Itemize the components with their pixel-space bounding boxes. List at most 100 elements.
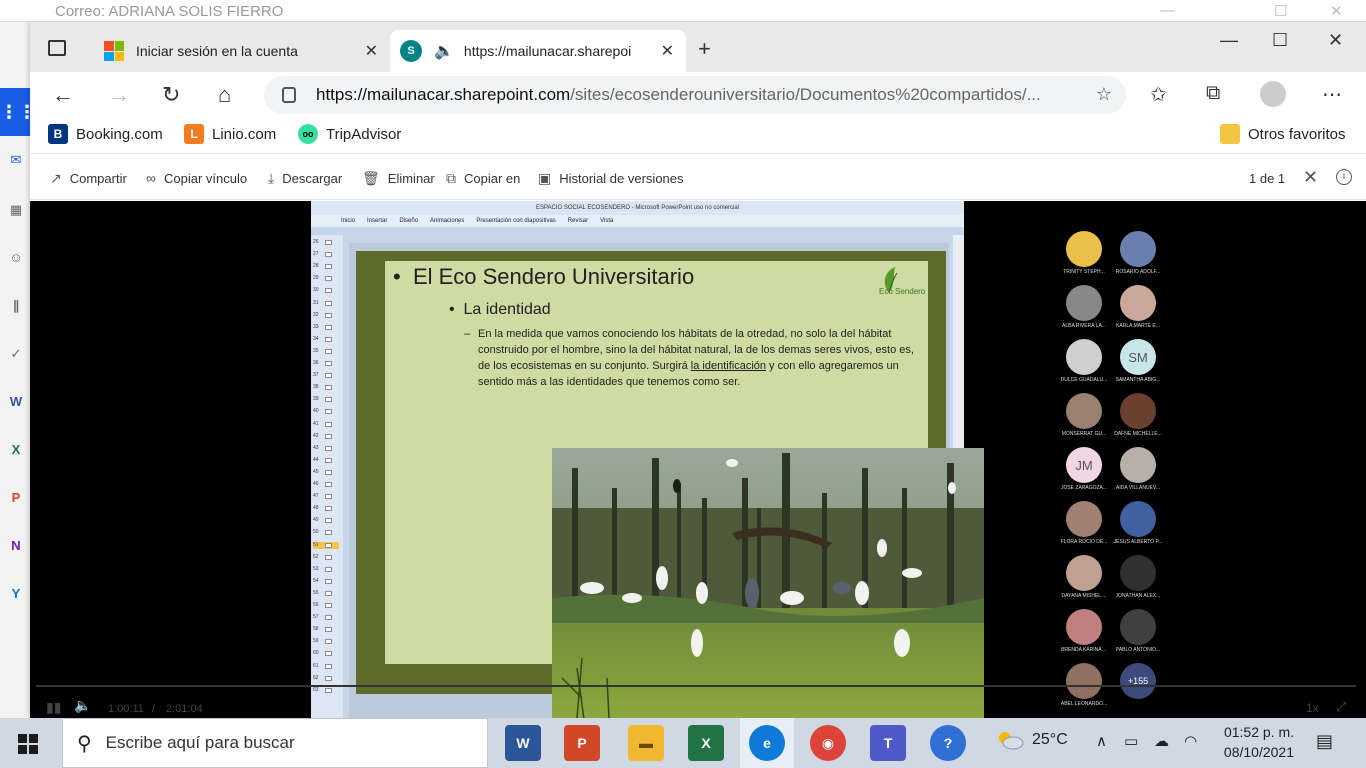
maximize-icon[interactable]: ☐ [1272,30,1288,51]
info-icon[interactable]: i [1336,169,1352,185]
word-icon[interactable]: W [8,394,24,410]
participant-name: BRENDA KARINA ... [1061,647,1107,653]
slide-title: El Eco Sendero Universitario [412,264,695,289]
calendar-icon[interactable]: ▦ [8,202,24,218]
minimize-icon[interactable]: — [1220,30,1238,51]
taskbar-search[interactable]: ⚲ Escribe aquí para buscar [62,718,488,768]
ppt-thumbnail-number: 60 [313,650,319,657]
battery-icon[interactable]: ▭ [1124,732,1138,750]
participant-tile[interactable]: MONSERRAT GU... [1054,393,1114,437]
download-button[interactable]: ⤓ Descargar [268,170,342,187]
delete-button[interactable]: 🗑 Eliminar [362,170,435,187]
copy-to-button[interactable]: ⧉ Copiar en [446,170,520,187]
network-icon[interactable]: ☁ [1154,732,1169,750]
ppt-thumbnail-number: 29 [313,275,319,282]
excel-icon[interactable]: X [8,442,24,458]
clock-date: 08/10/2021 [1223,744,1294,760]
lock-icon[interactable] [282,87,296,103]
participant-avatar [1066,231,1102,267]
wifi-icon[interactable]: ◠ [1184,732,1197,750]
new-tab-button[interactable]: + [698,36,711,62]
tab-sharepoint[interactable]: S 🔈 https://mailunacar.sharepoi ✕ [390,30,686,72]
chrome-app-icon[interactable]: ◉ [810,725,846,761]
tab-actions-icon[interactable] [48,40,66,56]
participant-tile[interactable]: FLORA ROCIO DE... [1054,501,1114,545]
other-favorites-folder[interactable]: Otros favoritos [1220,124,1346,144]
people-icon[interactable]: ☺ [8,250,24,266]
clock[interactable]: 01:52 p. m. 08/10/2021 [1202,722,1294,762]
participant-tile[interactable]: KARLA MARTE E... [1108,285,1168,329]
file-explorer-icon[interactable]: ▬ [628,725,664,761]
video-player[interactable]: ESPACIO SOCIAL ECOSENDERO - Microsoft Po… [30,201,1366,718]
participant-tile[interactable]: AIDA VILLANUEV... [1108,447,1168,491]
play-pause-icon[interactable]: ▮▮ [46,699,61,716]
ppt-thumbnail: 42 [313,433,339,440]
participant-tile[interactable]: ALBA RIVERA LA... [1054,285,1114,329]
favorite-linio[interactable]: L Linio.com [184,124,276,144]
participant-tile[interactable]: ROSARIO ADOLF... [1108,231,1168,275]
participant-tile[interactable]: SM SAMANTHA ABIG... [1108,339,1168,383]
app-launcher-icon[interactable]: ⋮⋮ [0,88,36,136]
forward-icon[interactable]: → [108,82,130,108]
teams-app-icon[interactable]: T [870,725,906,761]
minimize-icon[interactable]: — [1160,2,1175,19]
more-menu-icon[interactable]: ⋯ [1322,82,1342,107]
collections-icon[interactable]: ⧉ [1206,82,1220,105]
onenote-icon[interactable]: N [8,538,24,554]
history-label: Historial de versiones [559,171,684,186]
video-timeline[interactable] [36,685,1356,687]
weather-widget[interactable]: 25°C [996,730,1068,750]
version-history-button[interactable]: ▣ Historial de versiones [538,170,684,187]
participant-tile[interactable]: JONATHAN ALEX... [1108,555,1168,599]
help-app-icon[interactable]: ? [930,725,966,761]
powerpoint-icon[interactable]: P [8,490,24,506]
add-favorite-icon[interactable]: ☆ [1096,84,1112,105]
participant-tile[interactable]: JESUS ALBERTO P... [1108,501,1168,545]
favorite-booking[interactable]: B Booking.com [48,124,163,144]
close-tab-icon[interactable]: ✕ [661,41,674,61]
tray-chevron-icon[interactable]: ∧ [1096,732,1107,750]
mail-icon[interactable]: ✉ [8,152,24,168]
favorite-tripadvisor[interactable]: oo TripAdvisor [298,124,401,144]
start-button[interactable] [18,734,38,754]
notification-icon[interactable]: ▤ [1316,731,1333,752]
ppt-thumbnail: 45 [313,469,339,476]
maximize-icon[interactable]: ☐ [1274,2,1287,20]
participant-tile[interactable]: DAYANA MISHEL ... [1054,555,1114,599]
participant-tile[interactable]: DAFNE MICHELLE... [1108,393,1168,437]
back-icon[interactable]: ← [52,82,74,108]
favorites-icon[interactable]: ✩ [1150,82,1167,107]
ppt-thumbnail-number: 30 [313,287,319,294]
participant-tile[interactable]: DULCE GUADALU... [1054,339,1114,383]
todo-icon[interactable]: ✓ [8,346,24,362]
fullscreen-icon[interactable]: ⤢ [1336,699,1346,715]
share-button[interactable]: ↗ Compartir [50,170,127,187]
participant-tile[interactable]: TRINITY STEPH... [1054,231,1114,275]
refresh-icon[interactable]: ↻ [162,82,180,108]
edge-app-icon[interactable]: e [749,725,785,761]
close-window-icon[interactable]: ✕ [1328,30,1343,51]
home-icon[interactable]: ⌂ [218,82,231,108]
participant-tile[interactable]: PABLO ANTONIO... [1108,609,1168,653]
participant-name: ALBA RIVERA LA... [1062,323,1106,329]
participant-tile[interactable]: +155 [1108,663,1168,701]
powerpoint-app-icon[interactable]: P [564,725,600,761]
speaker-icon[interactable]: 🔈 [434,41,454,61]
url-field[interactable]: https://mailunacar.sharepoint.com/sites/… [264,76,1126,114]
tab-signin[interactable]: Iniciar sesión en la cuenta ✕ [90,30,390,72]
yammer-icon[interactable]: Y [8,586,24,602]
participant-name: DAFNE MICHELLE... [1114,431,1162,437]
excel-app-icon[interactable]: X [688,725,724,761]
participant-tile[interactable]: JM JOSE ZARAGOZA... [1054,447,1114,491]
playback-speed[interactable]: 1x [1306,701,1319,715]
close-icon[interactable]: ✕ [1330,2,1343,20]
volume-icon[interactable]: 🔈 [74,697,91,714]
close-tab-icon[interactable]: ✕ [365,41,378,61]
word-app-icon[interactable]: W [505,725,541,761]
ppt-thumbnail: 62 [313,675,339,682]
close-viewer-icon[interactable]: ✕ [1303,167,1318,188]
attach-icon[interactable]: ∥ [8,298,24,314]
copy-link-button[interactable]: ∞ Copiar vínculo [146,170,247,186]
participant-tile[interactable]: BRENDA KARINA ... [1054,609,1114,653]
profile-avatar[interactable] [1260,81,1286,107]
